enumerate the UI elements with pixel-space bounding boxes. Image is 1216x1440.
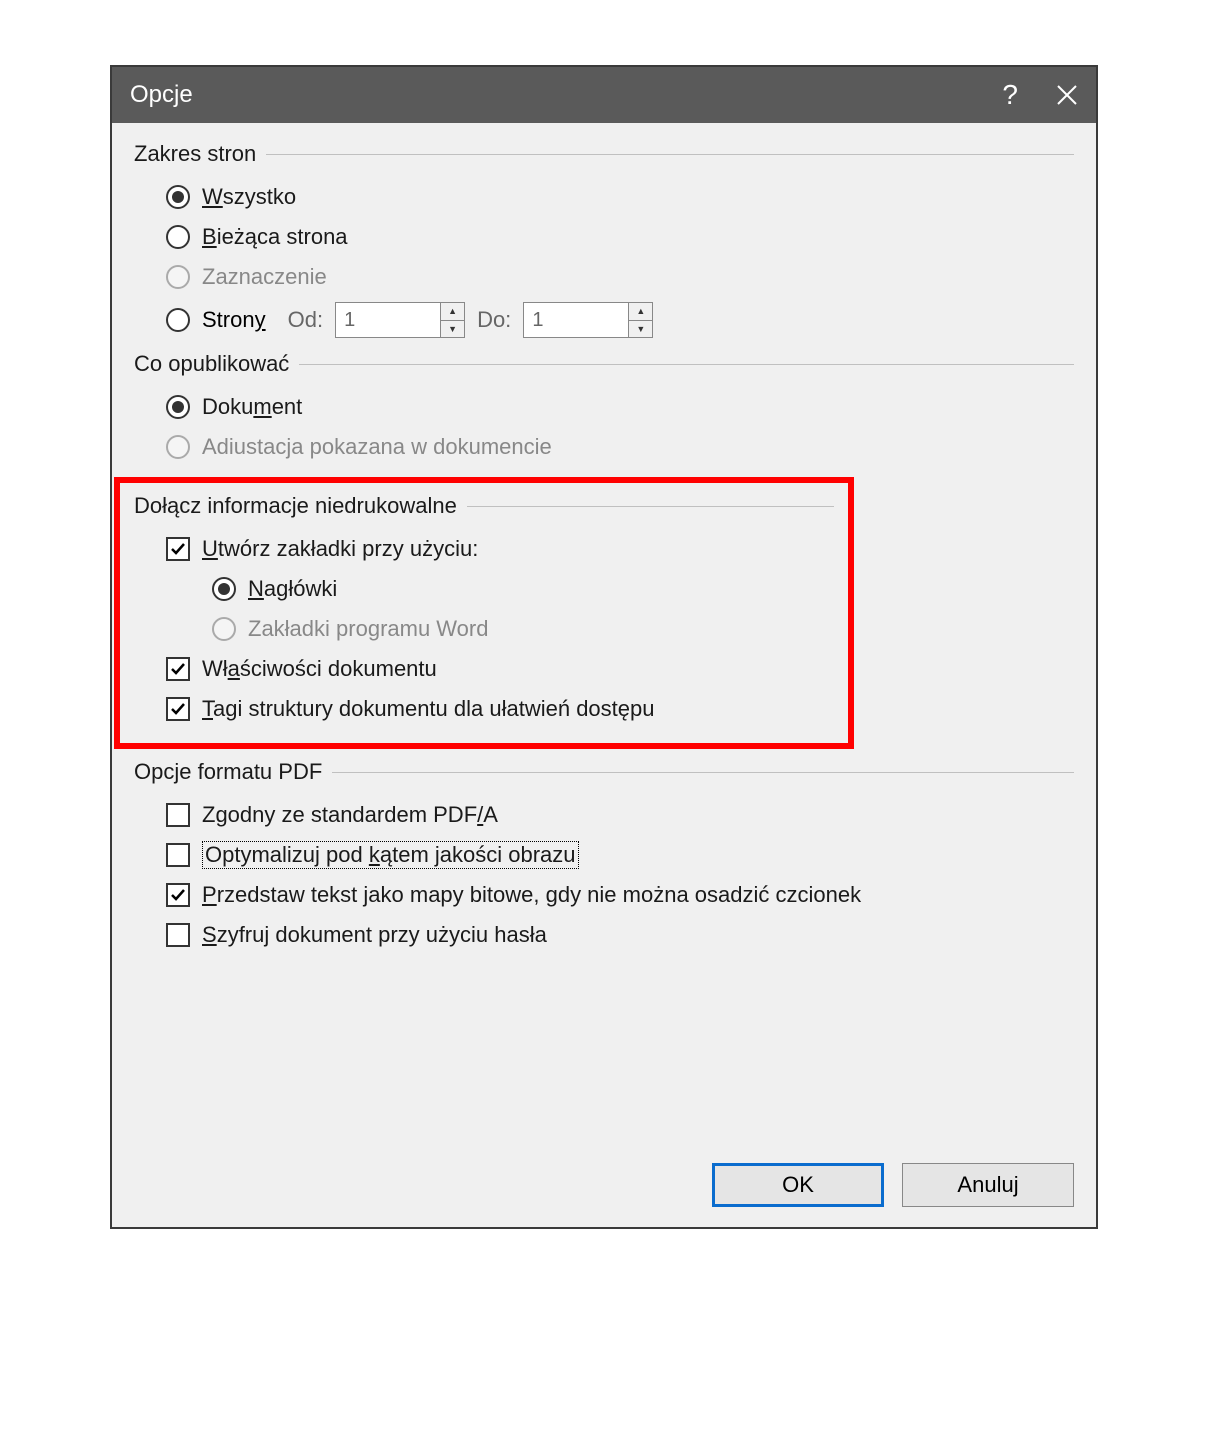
group-header-publish: Co opublikować: [134, 351, 1074, 377]
divider: [332, 772, 1074, 773]
group-pdf-format: Opcje formatu PDF Zgodny ze standardem P…: [134, 759, 1074, 955]
radio-selection: [166, 265, 190, 289]
checkbox-optimize[interactable]: [166, 843, 190, 867]
checkbox-tags[interactable]: [166, 697, 190, 721]
radio-all-row[interactable]: Wszystko: [134, 177, 1074, 217]
radio-current-label: Bieżąca strona: [202, 224, 348, 250]
nonprint-label: Dołącz informacje niedrukowalne: [134, 493, 457, 519]
checkbox-pdfa[interactable]: [166, 803, 190, 827]
close-icon[interactable]: [1056, 84, 1078, 106]
radio-current[interactable]: [166, 225, 190, 249]
to-spinbox[interactable]: 1 ▲ ▼: [523, 302, 653, 338]
radio-word-bookmarks: [212, 617, 236, 641]
page-range-label: Zakres stron: [134, 141, 256, 167]
radio-pages-row[interactable]: Strony Od: 1 ▲ ▼ Do: 1 ▲ ▼: [134, 297, 1074, 343]
checkbox-encrypt[interactable]: [166, 923, 190, 947]
group-publish: Co opublikować Dokument Adiustacja pokaz…: [134, 351, 1074, 467]
titlebar: Opcje ?: [112, 67, 1096, 123]
help-icon[interactable]: ?: [1002, 81, 1018, 109]
radio-markup: [166, 435, 190, 459]
button-row: OK Anuluj: [112, 1163, 1096, 1227]
checkbox-pdfa-row[interactable]: Zgodny ze standardem PDF/A: [134, 795, 1074, 835]
to-arrows: ▲ ▼: [628, 303, 652, 337]
group-header-pdf: Opcje formatu PDF: [134, 759, 1074, 785]
group-header-nonprint: Dołącz informacje niedrukowalne: [134, 493, 834, 519]
checkbox-optimize-row[interactable]: Optymalizuj pod kątem jakości obrazu: [134, 835, 1074, 875]
to-down-icon[interactable]: ▼: [629, 321, 652, 338]
radio-current-row[interactable]: Bieżąca strona: [134, 217, 1074, 257]
checkbox-encrypt-label: Szyfruj dokument przy użyciu hasła: [202, 922, 547, 948]
checkbox-pdfa-label: Zgodny ze standardem PDF/A: [202, 802, 498, 828]
checkbox-bookmarks[interactable]: [166, 537, 190, 561]
radio-word-bookmarks-label: Zakładki programu Word: [248, 616, 488, 642]
options-dialog: Opcje ? Zakres stron Wszystko Bieżąca st…: [110, 65, 1098, 1229]
divider: [299, 364, 1074, 365]
radio-all-label: Wszystko: [202, 184, 296, 210]
checkbox-tags-label: Tagi struktury dokumentu dla ułatwień do…: [202, 696, 654, 722]
from-spinbox[interactable]: 1 ▲ ▼: [335, 302, 465, 338]
radio-headings[interactable]: [212, 577, 236, 601]
checkbox-docprops-row[interactable]: Właściwości dokumentu: [134, 649, 834, 689]
checkbox-bookmarks-label: Utwórz zakładki przy użyciu:: [202, 536, 478, 562]
cancel-button[interactable]: Anuluj: [902, 1163, 1074, 1207]
radio-headings-label: Nagłówki: [248, 576, 337, 602]
radio-document[interactable]: [166, 395, 190, 419]
checkbox-bitmap-row[interactable]: Przedstaw tekst jako mapy bitowe, gdy ni…: [134, 875, 1074, 915]
checkbox-optimize-label: Optymalizuj pod kątem jakości obrazu: [202, 841, 579, 869]
dialog-content: Zakres stron Wszystko Bieżąca strona Zaz…: [112, 123, 1096, 1163]
checkbox-encrypt-row[interactable]: Szyfruj dokument przy użyciu hasła: [134, 915, 1074, 955]
radio-all[interactable]: [166, 185, 190, 209]
from-down-icon[interactable]: ▼: [441, 321, 464, 338]
from-value[interactable]: 1: [336, 303, 440, 337]
to-label: Do:: [477, 307, 511, 333]
divider: [467, 506, 834, 507]
from-label: Od:: [288, 307, 323, 333]
to-value[interactable]: 1: [524, 303, 628, 337]
radio-selection-label: Zaznaczenie: [202, 264, 327, 290]
checkbox-bitmap-label: Przedstaw tekst jako mapy bitowe, gdy ni…: [202, 882, 861, 908]
group-page-range: Zakres stron Wszystko Bieżąca strona Zaz…: [134, 141, 1074, 343]
pdf-format-label: Opcje formatu PDF: [134, 759, 322, 785]
radio-markup-row: Adiustacja pokazana w dokumencie: [134, 427, 1074, 467]
radio-word-bookmarks-row: Zakładki programu Word: [134, 609, 834, 649]
radio-markup-label: Adiustacja pokazana w dokumencie: [202, 434, 552, 460]
radio-document-row[interactable]: Dokument: [134, 387, 1074, 427]
checkbox-bookmarks-row[interactable]: Utwórz zakładki przy użyciu:: [134, 529, 834, 569]
from-arrows: ▲ ▼: [440, 303, 464, 337]
group-header-page-range: Zakres stron: [134, 141, 1074, 167]
radio-document-label: Dokument: [202, 394, 302, 420]
titlebar-controls: ?: [1002, 81, 1078, 109]
checkbox-tags-row[interactable]: Tagi struktury dokumentu dla ułatwień do…: [134, 689, 834, 729]
checkbox-docprops[interactable]: [166, 657, 190, 681]
radio-headings-row[interactable]: Nagłówki: [134, 569, 834, 609]
radio-pages-label: Strony: [202, 307, 266, 333]
to-up-icon[interactable]: ▲: [629, 303, 652, 321]
checkbox-docprops-label: Właściwości dokumentu: [202, 656, 437, 682]
divider: [266, 154, 1074, 155]
publish-label: Co opublikować: [134, 351, 289, 377]
ok-button[interactable]: OK: [712, 1163, 884, 1207]
from-up-icon[interactable]: ▲: [441, 303, 464, 321]
dialog-title: Opcje: [130, 81, 193, 109]
checkbox-bitmap[interactable]: [166, 883, 190, 907]
radio-selection-row: Zaznaczenie: [134, 257, 1074, 297]
radio-pages[interactable]: [166, 308, 190, 332]
highlight-nonprint: Dołącz informacje niedrukowalne Utwórz z…: [114, 477, 854, 749]
